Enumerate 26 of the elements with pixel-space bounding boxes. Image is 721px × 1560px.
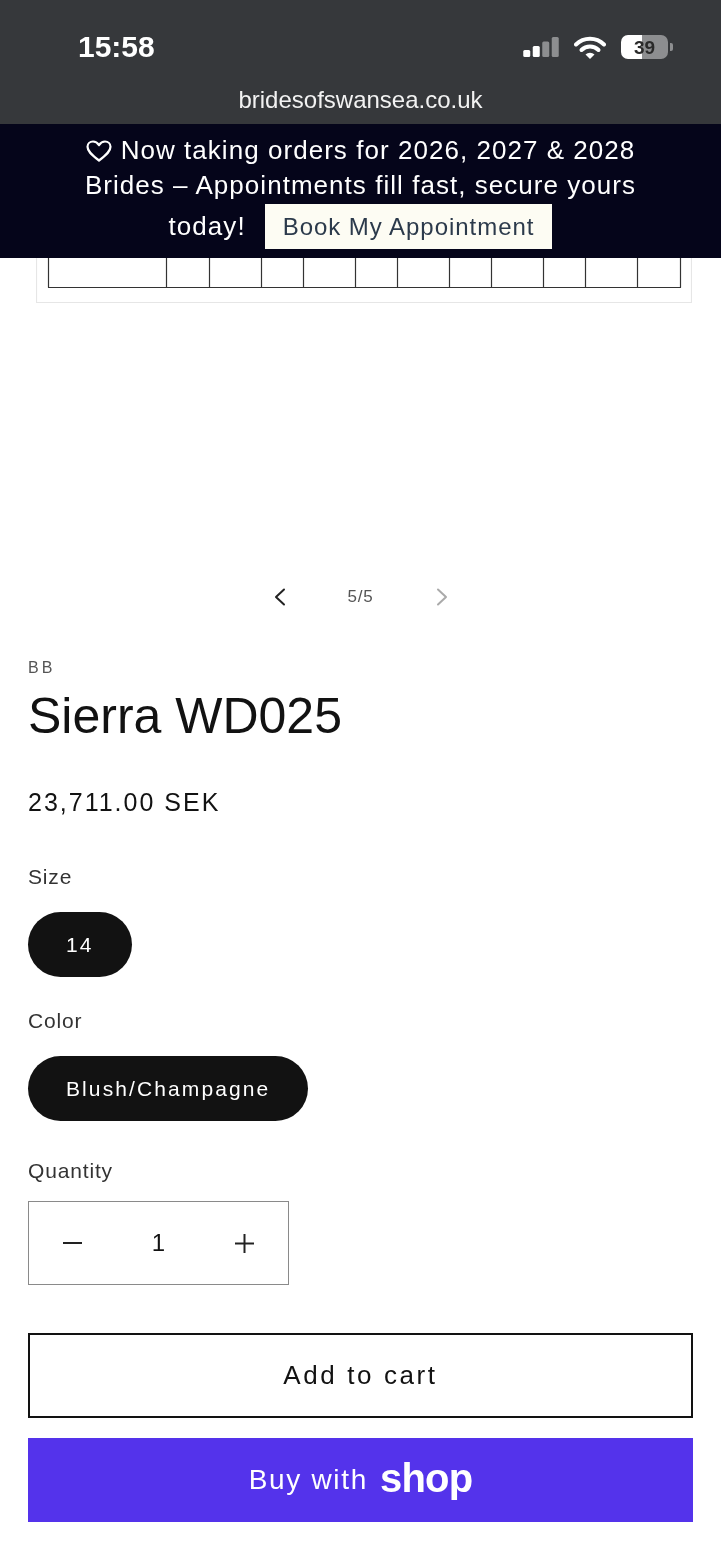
buy-with-shop-button[interactable]: Buy with shop (28, 1438, 693, 1522)
chevron-right-icon (435, 588, 448, 606)
quantity-input[interactable]: 1 (115, 1202, 202, 1284)
announcement-text: Brides – Appointments fill fast, secure yours (84, 169, 637, 202)
signal-icon (523, 37, 559, 57)
minus-icon (62, 1242, 82, 1244)
add-to-cart-button[interactable]: Add to cart (28, 1333, 693, 1418)
address-bar-url[interactable]: bridesofswansea.co.uk (238, 88, 483, 112)
quantity-label: Quantity (28, 1158, 113, 1184)
option-label: Color (28, 1008, 83, 1034)
status-time: 15:58 (78, 32, 155, 62)
product-vendor: BB (28, 658, 56, 678)
option-pill[interactable]: Blush/Champagne (28, 1056, 309, 1121)
announcement-text: today! (168, 210, 246, 243)
chevron-left-icon (273, 588, 286, 606)
product-price: 23,711.00 SEK (28, 787, 221, 818)
plus-icon (235, 1233, 255, 1253)
heart-icon (85, 139, 112, 162)
slide-counter: 5/5 (346, 586, 375, 609)
quantity-selector[interactable]: 1 (28, 1201, 289, 1285)
option-label: Size (28, 864, 73, 890)
book-appointment-button[interactable]: Book My Appointment (264, 204, 553, 249)
announcement-text: Now taking orders for 2026, 2027 & 2028 (120, 134, 636, 167)
product-title: Sierra WD025 (28, 687, 342, 746)
option-pill[interactable]: 14 (28, 912, 132, 977)
wifi-icon (574, 35, 606, 59)
